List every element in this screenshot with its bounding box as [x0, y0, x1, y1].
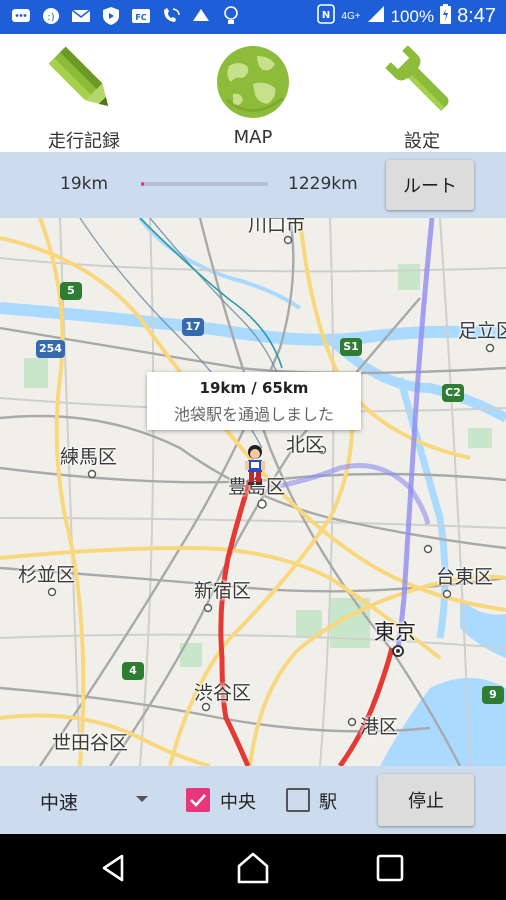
map-label-taito: 台東区: [436, 566, 494, 588]
tab-label: MAP: [233, 127, 273, 148]
route-button[interactable]: ルート: [386, 160, 474, 210]
map-label-adachi: 足立区: [458, 320, 506, 342]
fc-app-icon: FC: [130, 6, 152, 26]
status-bar: :) FC N 4G+ 100% 8:47: [0, 0, 506, 34]
bulb-icon: [220, 6, 242, 26]
speed-select[interactable]: 中速: [40, 788, 78, 815]
recents-icon[interactable]: [370, 848, 410, 888]
map-label-kita: 北区: [286, 434, 325, 456]
tab-label: 設定: [404, 131, 440, 152]
route-shield: S1: [340, 338, 362, 356]
route-shield: 9: [482, 686, 504, 704]
map-label-minato: 港区: [360, 716, 399, 738]
tab-running-record[interactable]: 走行記録: [0, 34, 168, 152]
navigation-bar: [0, 834, 506, 900]
control-bar: 中速 中央 駅 停止: [0, 766, 506, 834]
route-shield: 4: [122, 662, 144, 680]
map-label-tokyo: 東京: [374, 620, 416, 644]
mail-icon: [70, 6, 92, 26]
dropdown-arrow-icon[interactable]: [136, 796, 148, 802]
checkbox-chuo[interactable]: [186, 788, 210, 812]
wifi-call-icon: [160, 6, 182, 26]
map-label-shinjuku: 新宿区: [194, 580, 252, 602]
distance-start: 19km: [60, 174, 109, 194]
checkbox-eki-label: 駅: [319, 792, 337, 813]
svg-text::): :): [47, 12, 54, 23]
map-view[interactable]: 川口市 足立区 北区 練馬区 豊島区 杉並区 新宿区 台東区 東京 渋谷区 世田…: [0, 218, 506, 766]
globe-icon: [213, 42, 293, 122]
stop-button[interactable]: 停止: [378, 774, 474, 826]
back-icon[interactable]: [94, 848, 134, 888]
shield-icon: [100, 6, 122, 26]
info-window[interactable]: 19km / 65km 池袋駅を通過しました: [147, 372, 361, 430]
wrench-icon: [382, 42, 462, 122]
map-label-shibuya: 渋谷区: [194, 682, 252, 704]
route-shield: 17: [182, 318, 204, 336]
checkbox-chuo-label: 中央: [220, 792, 256, 813]
svg-text:FC: FC: [135, 13, 146, 22]
map-label-kawaguchi: 川口市: [248, 218, 306, 236]
notice-icon: [190, 6, 212, 26]
map-label-suginami: 杉並区: [18, 564, 76, 586]
home-icon[interactable]: [233, 848, 273, 888]
pencil-icon: [44, 42, 124, 122]
route-shield: C2: [442, 384, 464, 402]
svg-text:N: N: [322, 10, 330, 21]
map-label-setagaya: 世田谷区: [52, 732, 129, 754]
distance-progress-bar[interactable]: [141, 182, 268, 186]
network-type: 4G+: [341, 10, 361, 22]
tab-label: 走行記録: [48, 131, 120, 152]
smiley-app-icon: :): [40, 6, 62, 26]
checkbox-eki[interactable]: [286, 788, 310, 812]
signal-icon: [367, 5, 385, 28]
clock: 8:47: [457, 5, 496, 27]
progress-fill: [141, 182, 144, 186]
top-tab-bar: 走行記録 MAP 設定: [0, 34, 506, 152]
info-window-subtitle: 池袋駅を通過しました: [173, 405, 334, 424]
message-icon: [10, 6, 32, 26]
battery-icon: [440, 4, 452, 29]
distance-end: 1229km: [288, 174, 358, 194]
checkmark-icon: [190, 794, 206, 807]
route-shield: 5: [60, 282, 82, 300]
route-shield: 254: [36, 340, 65, 358]
tab-map[interactable]: MAP: [169, 34, 337, 152]
battery-percent: 100%: [390, 6, 435, 26]
map-label-nerima: 練馬区: [60, 446, 118, 468]
nfc-icon: N: [317, 4, 336, 29]
info-window-title: 19km / 65km: [199, 379, 309, 397]
tab-settings[interactable]: 設定: [338, 34, 506, 152]
runner-avatar-icon: [242, 444, 268, 486]
